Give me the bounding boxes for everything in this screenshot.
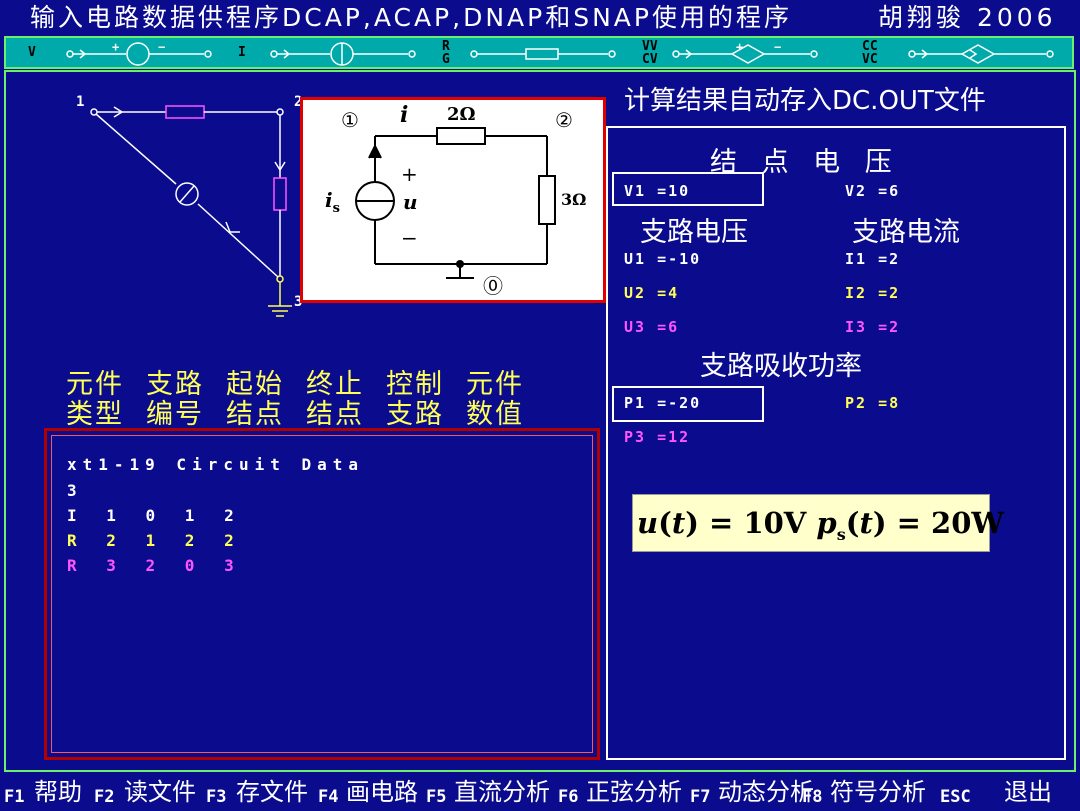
app-title: 输入电路数据供程序DCAP,ACAP,DNAP和SNAP使用的程序	[30, 3, 792, 32]
result-p1: P1 =-20	[624, 394, 702, 412]
col-header-start-2: 结点	[226, 399, 284, 430]
result-v1: V1 =10	[624, 182, 691, 200]
col-header-end-2: 结点	[306, 399, 364, 430]
result-v2: V2 =6	[845, 182, 901, 200]
result-u2: U2 =4	[624, 284, 680, 302]
svg-text:−: −	[774, 41, 781, 54]
function-key-bar: F1 帮助 F2 读文件 F3 存文件 F4 画电路 F5 直流分析 F6 正弦…	[0, 774, 1080, 810]
fkey-f4-key[interactable]: F4	[318, 783, 338, 811]
fkey-f7-label[interactable]: 动态分析	[718, 778, 814, 806]
branch-voltage-title: 支路电压	[640, 217, 748, 248]
palette-label-rg: R G	[442, 39, 450, 67]
diagram-voltage-label: u	[403, 190, 418, 214]
diagram-node-1: ①	[341, 108, 359, 132]
col-header-branch-2: 编号	[146, 399, 204, 430]
voltage-source-icon[interactable]: + −	[64, 41, 214, 67]
power-title: 支路吸收功率	[700, 351, 862, 382]
fkey-f3-key[interactable]: F3	[206, 783, 226, 811]
fkey-f5-label[interactable]: 直流分析	[454, 778, 550, 806]
palette-label-cc: CC VC	[862, 39, 878, 67]
vcvs-icon[interactable]: + −	[670, 41, 820, 67]
fkey-f6-label[interactable]: 正弦分析	[586, 778, 682, 806]
result-u3: U3 =6	[624, 318, 680, 336]
diagram-source-label: is	[325, 188, 340, 216]
formula-box: u(t) = 10V ps(t) = 20W	[632, 494, 1004, 552]
fkey-f1-label[interactable]: 帮助	[34, 778, 82, 806]
editor-line[interactable]: R 2 1 2 2	[67, 531, 244, 550]
fkey-esc-key[interactable]: ESC	[940, 783, 971, 811]
schematic-canvas[interactable]: 1 2 3	[70, 90, 310, 330]
editor-line[interactable]: xt1-19 Circuit Data	[67, 455, 364, 474]
save-note: 计算结果自动存入DC.OUT文件	[624, 86, 986, 116]
result-u1: U1 =-10	[624, 250, 702, 268]
diagram-node-2: ②	[555, 108, 573, 132]
diagram-node-0: ⓪	[483, 274, 503, 298]
fkey-f7-key[interactable]: F7	[690, 783, 710, 811]
fkey-f2-key[interactable]: F2	[94, 783, 114, 811]
author-label: 胡翔骏 2006	[878, 3, 1057, 32]
result-i2: I2 =2	[845, 284, 901, 302]
editor-line[interactable]: I 1 0 1 2	[67, 506, 244, 525]
fkey-f2-label[interactable]: 读文件	[124, 778, 196, 806]
palette-label-vv: VV CV	[642, 39, 658, 67]
branch-current-title: 支路电流	[852, 217, 960, 248]
diagram-plus: +	[401, 162, 418, 186]
result-p2: P2 =8	[845, 394, 901, 412]
circuit-diagram: ① i 2Ω ② + is u 3Ω − ⓪	[300, 97, 606, 303]
col-header-type-2: 类型	[66, 399, 124, 430]
diagram-r2-label: 3Ω	[561, 190, 587, 209]
fkey-esc-label[interactable]: 退出	[1004, 778, 1052, 806]
fkey-f6-key[interactable]: F6	[558, 783, 578, 811]
diagram-minus: −	[401, 226, 418, 250]
component-palette: V + − I R G VV CV + − CC VC	[4, 36, 1074, 69]
diagram-current-label: i	[400, 102, 409, 128]
fkey-f8-label[interactable]: 符号分析	[830, 778, 926, 806]
diagram-r1-label: 2Ω	[447, 104, 476, 125]
title-bar: 输入电路数据供程序DCAP,ACAP,DNAP和SNAP使用的程序 胡翔骏 20…	[0, 0, 1080, 36]
col-header-control-2: 支路	[386, 399, 444, 430]
fkey-f8-key[interactable]: F8	[802, 783, 822, 811]
node-label-1: 1	[76, 94, 84, 110]
resistor-icon[interactable]	[468, 41, 618, 67]
circuit-data-editor[interactable]: xt1-19 Circuit Data 3 I 1 0 1 2 R 2 1 2 …	[44, 428, 600, 760]
fkey-f5-key[interactable]: F5	[426, 783, 446, 811]
palette-label-v: V	[28, 45, 36, 60]
result-i1: I1 =2	[845, 250, 901, 268]
palette-label-i: I	[238, 45, 246, 60]
svg-text:+: +	[736, 41, 743, 54]
svg-text:+: +	[112, 41, 119, 54]
fkey-f3-label[interactable]: 存文件	[236, 778, 308, 806]
current-source-icon[interactable]	[268, 41, 418, 67]
result-p3: P3 =12	[624, 428, 691, 446]
editor-line[interactable]: 3	[67, 481, 83, 500]
result-i3: I3 =2	[845, 318, 901, 336]
cccs-icon[interactable]	[906, 41, 1056, 67]
fkey-f1-key[interactable]: F1	[4, 783, 24, 811]
editor-line[interactable]: R 3 2 0 3	[67, 556, 244, 575]
col-header-value-2: 数值	[466, 399, 524, 430]
svg-text:−: −	[158, 41, 165, 54]
fkey-f4-label[interactable]: 画电路	[346, 778, 418, 806]
